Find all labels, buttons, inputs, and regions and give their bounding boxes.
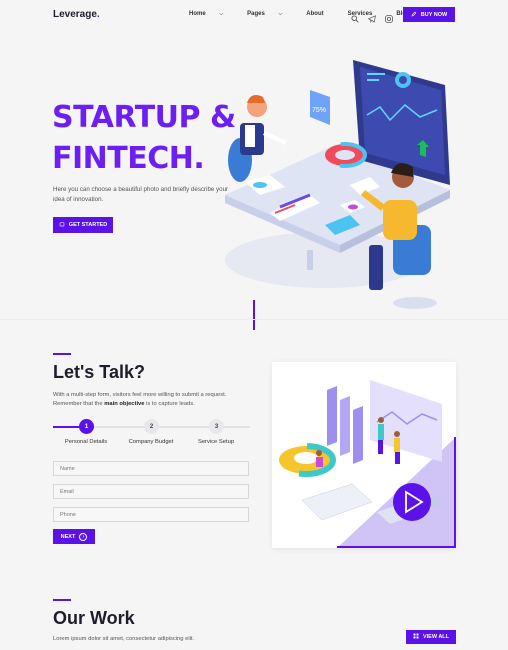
nav-item-about[interactable]: About xyxy=(306,11,335,17)
next-button[interactable]: NEXT › xyxy=(53,529,95,544)
percent-label: 75% xyxy=(312,107,326,114)
nav-item-pages[interactable]: Pages ⌵ xyxy=(247,11,294,17)
hand-icon xyxy=(59,221,65,229)
search-icon[interactable] xyxy=(351,10,359,23)
hero-illustration: 75% xyxy=(215,45,465,325)
hero-title-line1: STARTUP & xyxy=(52,100,236,135)
hero-title-line2: FINTECH. xyxy=(52,141,205,176)
step-3-indicator[interactable]: 3 xyxy=(209,419,224,434)
pencil-icon xyxy=(411,11,417,19)
arrow-right-icon: › xyxy=(79,532,88,541)
hero-description: Here you can choose a beautiful photo an… xyxy=(53,186,229,203)
view-all-button[interactable]: VIEW ALL xyxy=(406,630,456,644)
buy-now-button[interactable]: BUY NOW xyxy=(403,7,455,22)
section-separator xyxy=(0,319,508,320)
logo[interactable]: Leverage. xyxy=(53,9,100,20)
step-1-label: Personal Details xyxy=(64,439,108,445)
contact-title: Let's Talk? xyxy=(53,362,145,382)
nav-item-home[interactable]: Home ⌵ xyxy=(189,11,235,17)
chevron-down-icon: ⌵ xyxy=(278,11,283,17)
contact-accent-bar xyxy=(53,353,71,355)
work-description: Lorem ipsum dolor sit amet, consectetur … xyxy=(53,636,195,642)
email-field[interactable] xyxy=(53,484,249,499)
telegram-icon[interactable] xyxy=(367,10,376,23)
step-1-indicator[interactable]: 1 xyxy=(79,419,94,434)
phone-field[interactable] xyxy=(53,507,249,522)
step-3-label: Service Setup xyxy=(197,439,235,445)
step-progress-track xyxy=(93,426,250,428)
grid-icon xyxy=(413,633,419,641)
work-accent-bar xyxy=(53,599,71,601)
nav-icons xyxy=(351,10,393,23)
top-navbar: Leverage. Home ⌵ Pages ⌵ About Services … xyxy=(0,0,508,30)
work-title: Our Work xyxy=(53,608,135,628)
step-2-indicator[interactable]: 2 xyxy=(144,419,159,434)
chevron-down-icon: ⌵ xyxy=(219,11,224,17)
contact-illustration-card xyxy=(272,362,456,548)
instagram-icon[interactable] xyxy=(385,10,393,23)
step-2-label: Company Budget xyxy=(128,439,174,445)
hero-scroll-divider xyxy=(253,300,255,330)
contact-description: With a multi-step form, visitors feel mo… xyxy=(53,392,227,407)
form-steps: 1 2 3 Personal Details Company Budget Se… xyxy=(53,419,250,451)
get-started-button[interactable]: GET STARTED xyxy=(53,217,113,233)
name-field[interactable] xyxy=(53,461,249,476)
